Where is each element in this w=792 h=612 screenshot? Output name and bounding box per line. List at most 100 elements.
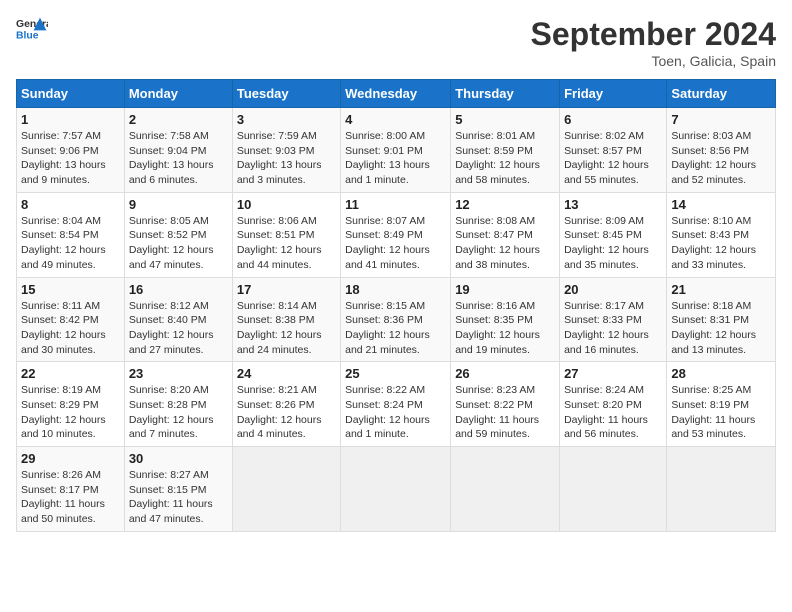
daylight-label: Daylight: 12 hours and 19 minutes. [455,329,540,356]
daylight-label: Daylight: 12 hours and 41 minutes. [345,244,430,271]
day-number: 22 [21,366,120,381]
calendar-cell: 29 Sunrise: 8:26 AM Sunset: 8:17 PM Dayl… [17,447,125,532]
header-monday: Monday [124,80,232,108]
day-number: 17 [237,282,336,297]
sunset-label: Sunset: 8:54 PM [21,229,99,241]
calendar-cell: 16 Sunrise: 8:12 AM Sunset: 8:40 PM Dayl… [124,277,232,362]
calendar-cell: 17 Sunrise: 8:14 AM Sunset: 8:38 PM Dayl… [232,277,340,362]
sunset-label: Sunset: 8:45 PM [564,229,642,241]
day-info: Sunrise: 8:06 AM Sunset: 8:51 PM Dayligh… [237,214,336,273]
calendar-week-row: 1 Sunrise: 7:57 AM Sunset: 9:06 PM Dayli… [17,108,776,193]
day-info: Sunrise: 8:24 AM Sunset: 8:20 PM Dayligh… [564,383,662,442]
daylight-label: Daylight: 12 hours and 44 minutes. [237,244,322,271]
calendar-cell: 7 Sunrise: 8:03 AM Sunset: 8:56 PM Dayli… [667,108,776,193]
sunrise-label: Sunrise: 8:22 AM [345,384,425,396]
sunrise-label: Sunrise: 8:24 AM [564,384,644,396]
sunset-label: Sunset: 8:26 PM [237,399,315,411]
sunset-label: Sunset: 8:22 PM [455,399,533,411]
day-number: 19 [455,282,555,297]
weekday-header-row: Sunday Monday Tuesday Wednesday Thursday… [17,80,776,108]
calendar-cell: 15 Sunrise: 8:11 AM Sunset: 8:42 PM Dayl… [17,277,125,362]
calendar-cell: 5 Sunrise: 8:01 AM Sunset: 8:59 PM Dayli… [451,108,560,193]
sunrise-label: Sunrise: 8:03 AM [671,130,751,142]
header-saturday: Saturday [667,80,776,108]
daylight-label: Daylight: 12 hours and 38 minutes. [455,244,540,271]
sunrise-label: Sunrise: 7:59 AM [237,130,317,142]
header-tuesday: Tuesday [232,80,340,108]
day-number: 30 [129,451,228,466]
sunrise-label: Sunrise: 8:16 AM [455,300,535,312]
calendar-cell: 11 Sunrise: 8:07 AM Sunset: 8:49 PM Dayl… [341,192,451,277]
sunrise-label: Sunrise: 8:01 AM [455,130,535,142]
sunset-label: Sunset: 8:20 PM [564,399,642,411]
calendar-cell: 14 Sunrise: 8:10 AM Sunset: 8:43 PM Dayl… [667,192,776,277]
sunset-label: Sunset: 8:29 PM [21,399,99,411]
day-info: Sunrise: 8:01 AM Sunset: 8:59 PM Dayligh… [455,129,555,188]
daylight-label: Daylight: 12 hours and 4 minutes. [237,414,322,441]
calendar-week-row: 15 Sunrise: 8:11 AM Sunset: 8:42 PM Dayl… [17,277,776,362]
sunset-label: Sunset: 8:59 PM [455,145,533,157]
daylight-label: Daylight: 11 hours and 53 minutes. [671,414,755,441]
calendar-cell: 13 Sunrise: 8:09 AM Sunset: 8:45 PM Dayl… [560,192,667,277]
calendar-cell: 27 Sunrise: 8:24 AM Sunset: 8:20 PM Dayl… [560,362,667,447]
daylight-label: Daylight: 12 hours and 27 minutes. [129,329,214,356]
sunrise-label: Sunrise: 8:18 AM [671,300,751,312]
calendar-cell: 18 Sunrise: 8:15 AM Sunset: 8:36 PM Dayl… [341,277,451,362]
calendar-cell [232,447,340,532]
day-info: Sunrise: 7:58 AM Sunset: 9:04 PM Dayligh… [129,129,228,188]
day-number: 11 [345,197,446,212]
day-info: Sunrise: 8:22 AM Sunset: 8:24 PM Dayligh… [345,383,446,442]
sunset-label: Sunset: 8:47 PM [455,229,533,241]
day-info: Sunrise: 8:08 AM Sunset: 8:47 PM Dayligh… [455,214,555,273]
day-info: Sunrise: 8:07 AM Sunset: 8:49 PM Dayligh… [345,214,446,273]
sunset-label: Sunset: 8:31 PM [671,314,749,326]
day-number: 1 [21,112,120,127]
sunrise-label: Sunrise: 8:14 AM [237,300,317,312]
sunrise-label: Sunrise: 8:15 AM [345,300,425,312]
sunset-label: Sunset: 8:43 PM [671,229,749,241]
daylight-label: Daylight: 12 hours and 16 minutes. [564,329,649,356]
day-number: 13 [564,197,662,212]
day-number: 10 [237,197,336,212]
day-info: Sunrise: 8:00 AM Sunset: 9:01 PM Dayligh… [345,129,446,188]
day-number: 14 [671,197,771,212]
day-number: 25 [345,366,446,381]
calendar-cell: 26 Sunrise: 8:23 AM Sunset: 8:22 PM Dayl… [451,362,560,447]
header-sunday: Sunday [17,80,125,108]
day-number: 5 [455,112,555,127]
sunrise-label: Sunrise: 8:17 AM [564,300,644,312]
calendar-cell [560,447,667,532]
daylight-label: Daylight: 11 hours and 56 minutes. [564,414,648,441]
sunrise-label: Sunrise: 8:11 AM [21,300,100,312]
calendar-cell: 6 Sunrise: 8:02 AM Sunset: 8:57 PM Dayli… [560,108,667,193]
day-number: 27 [564,366,662,381]
day-info: Sunrise: 8:05 AM Sunset: 8:52 PM Dayligh… [129,214,228,273]
sunrise-label: Sunrise: 8:12 AM [129,300,209,312]
calendar-cell: 25 Sunrise: 8:22 AM Sunset: 8:24 PM Dayl… [341,362,451,447]
page-header: General Blue September 2024 Toen, Galici… [16,16,776,69]
daylight-label: Daylight: 13 hours and 1 minute. [345,159,430,186]
sunset-label: Sunset: 8:36 PM [345,314,423,326]
sunset-label: Sunset: 8:19 PM [671,399,749,411]
day-number: 3 [237,112,336,127]
calendar-cell [451,447,560,532]
day-number: 24 [237,366,336,381]
day-number: 7 [671,112,771,127]
day-info: Sunrise: 8:04 AM Sunset: 8:54 PM Dayligh… [21,214,120,273]
logo: General Blue [16,16,48,44]
day-number: 6 [564,112,662,127]
day-info: Sunrise: 8:12 AM Sunset: 8:40 PM Dayligh… [129,299,228,358]
calendar-cell: 4 Sunrise: 8:00 AM Sunset: 9:01 PM Dayli… [341,108,451,193]
day-info: Sunrise: 8:18 AM Sunset: 8:31 PM Dayligh… [671,299,771,358]
day-number: 16 [129,282,228,297]
daylight-label: Daylight: 12 hours and 49 minutes. [21,244,106,271]
title-block: September 2024 Toen, Galicia, Spain [531,16,776,69]
day-number: 4 [345,112,446,127]
calendar-cell: 9 Sunrise: 8:05 AM Sunset: 8:52 PM Dayli… [124,192,232,277]
day-info: Sunrise: 8:15 AM Sunset: 8:36 PM Dayligh… [345,299,446,358]
calendar-cell: 8 Sunrise: 8:04 AM Sunset: 8:54 PM Dayli… [17,192,125,277]
sunrise-label: Sunrise: 8:20 AM [129,384,209,396]
sunset-label: Sunset: 8:35 PM [455,314,533,326]
day-number: 21 [671,282,771,297]
daylight-label: Daylight: 12 hours and 13 minutes. [671,329,756,356]
